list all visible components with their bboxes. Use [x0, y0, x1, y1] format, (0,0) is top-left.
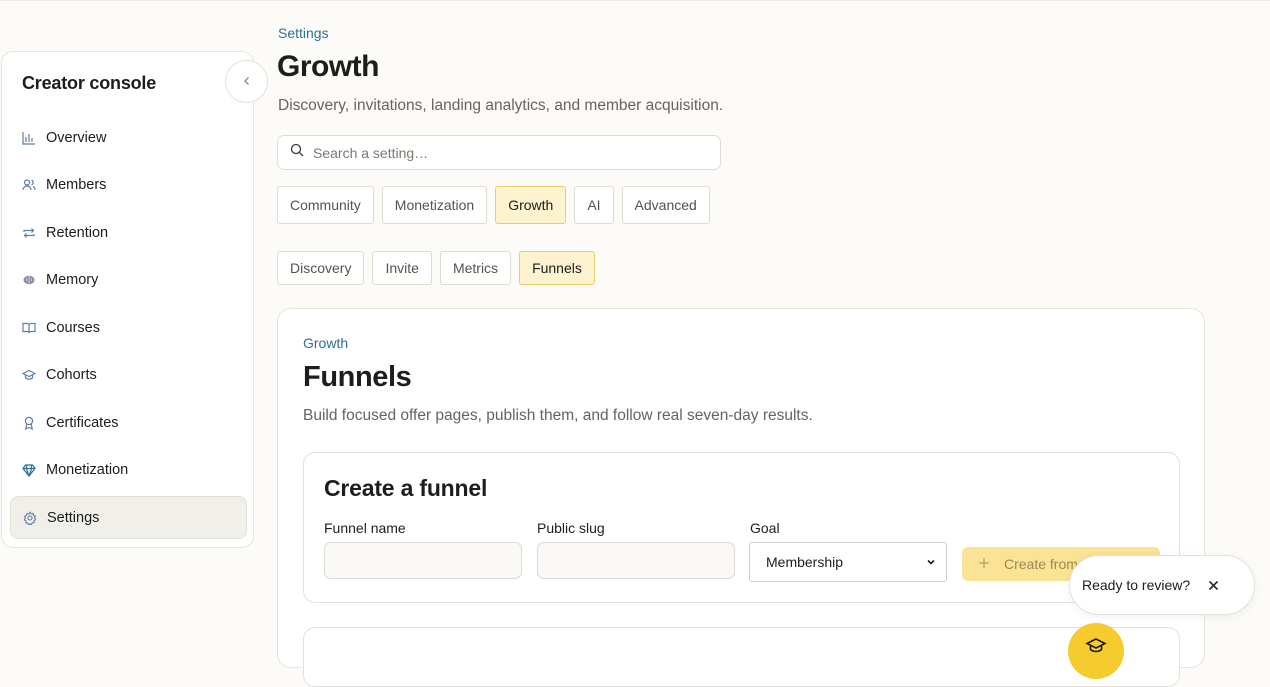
tab-monetization[interactable]: Monetization	[381, 186, 488, 224]
top-divider	[0, 0, 1270, 1]
subtab-invite[interactable]: Invite	[372, 251, 432, 285]
subtab-discovery[interactable]: Discovery	[277, 251, 365, 285]
chevron-left-icon	[242, 73, 252, 90]
sidebar-title: Creator console	[22, 73, 157, 93]
gem-icon	[22, 463, 36, 477]
graduation-cap-icon	[22, 368, 36, 382]
sidebar-item-settings[interactable]: Settings	[10, 496, 247, 539]
sidebar-item-memory[interactable]: Memory	[10, 258, 247, 301]
tab-ai[interactable]: AI	[574, 186, 614, 224]
review-toast: Ready to review?	[1069, 555, 1255, 615]
assistant-fab[interactable]	[1068, 623, 1124, 679]
sidebar-item-label: Certificates	[46, 414, 119, 431]
breadcrumb[interactable]: Settings	[278, 25, 329, 41]
settings-tabs: Community Monetization Growth AI Advance…	[277, 186, 710, 224]
sidebar-item-label: Overview	[46, 129, 107, 146]
repeat-icon	[22, 226, 36, 240]
funnel-list-card	[303, 627, 1180, 687]
panel-subtitle: Build focused offer pages, publish them,…	[303, 407, 813, 424]
sidebar-item-cohorts[interactable]: Cohorts	[10, 353, 247, 396]
close-icon[interactable]	[1208, 576, 1219, 594]
page-subtitle: Discovery, invitations, landing analytic…	[278, 97, 724, 114]
create-funnel-card: Create a funnel Funnel name Public slug …	[303, 452, 1180, 603]
funnels-panel: Growth Funnels Build focused offer pages…	[277, 308, 1205, 687]
graduation-cap-icon	[1085, 637, 1107, 679]
tab-growth[interactable]: Growth	[495, 186, 567, 224]
chevron-down-icon	[926, 554, 936, 570]
search-input[interactable]	[313, 144, 703, 161]
tab-advanced[interactable]: Advanced	[621, 186, 710, 224]
sidebar-item-members[interactable]: Members	[10, 163, 247, 206]
sidebar-item-courses[interactable]: Courses	[10, 306, 247, 349]
sidebar-item-retention[interactable]: Retention	[10, 211, 247, 254]
sidebar-item-label: Retention	[46, 224, 109, 241]
public-slug-input[interactable]	[537, 542, 735, 579]
growth-subtabs: Discovery Invite Metrics Funnels	[277, 251, 595, 285]
sidebar-item-label: Members	[46, 176, 107, 193]
award-icon	[22, 416, 36, 430]
plus-icon	[978, 556, 990, 572]
book-open-icon	[22, 321, 36, 335]
funnel-name-input[interactable]	[324, 542, 522, 579]
sidebar: Creator console Overview Members Retenti…	[1, 51, 254, 548]
sidebar-item-label: Courses	[46, 319, 100, 336]
sidebar-item-label: Memory	[46, 271, 99, 288]
panel-title: Funnels	[303, 361, 412, 393]
funnel-name-label: Funnel name	[324, 520, 406, 536]
tab-community[interactable]: Community	[277, 186, 374, 224]
search-box	[277, 135, 721, 170]
search-icon	[290, 143, 304, 162]
sidebar-item-label: Settings	[47, 509, 100, 526]
bar-chart-icon	[22, 131, 36, 145]
goal-select-value: Membership	[766, 554, 844, 570]
goal-select[interactable]: Membership	[749, 542, 947, 582]
sidebar-item-monetization[interactable]: Monetization	[10, 448, 247, 491]
public-slug-label: Public slug	[537, 520, 605, 536]
create-funnel-button-label: Create from	[1004, 556, 1078, 572]
goal-label: Goal	[750, 520, 780, 536]
gear-icon	[23, 510, 37, 525]
sidebar-item-overview[interactable]: Overview	[10, 116, 247, 159]
brain-icon	[22, 273, 36, 287]
subtab-funnels[interactable]: Funnels	[519, 251, 595, 285]
collapse-sidebar-button[interactable]	[225, 60, 268, 103]
toast-message[interactable]: Ready to review?	[1082, 577, 1190, 593]
sidebar-item-label: Monetization	[46, 461, 129, 478]
users-icon	[22, 178, 36, 192]
page-title: Growth	[277, 50, 380, 83]
panel-breadcrumb[interactable]: Growth	[303, 335, 348, 351]
sidebar-item-certificates[interactable]: Certificates	[10, 401, 247, 444]
subtab-metrics[interactable]: Metrics	[439, 251, 512, 285]
create-funnel-title: Create a funnel	[324, 475, 488, 501]
sidebar-item-label: Cohorts	[46, 366, 97, 383]
